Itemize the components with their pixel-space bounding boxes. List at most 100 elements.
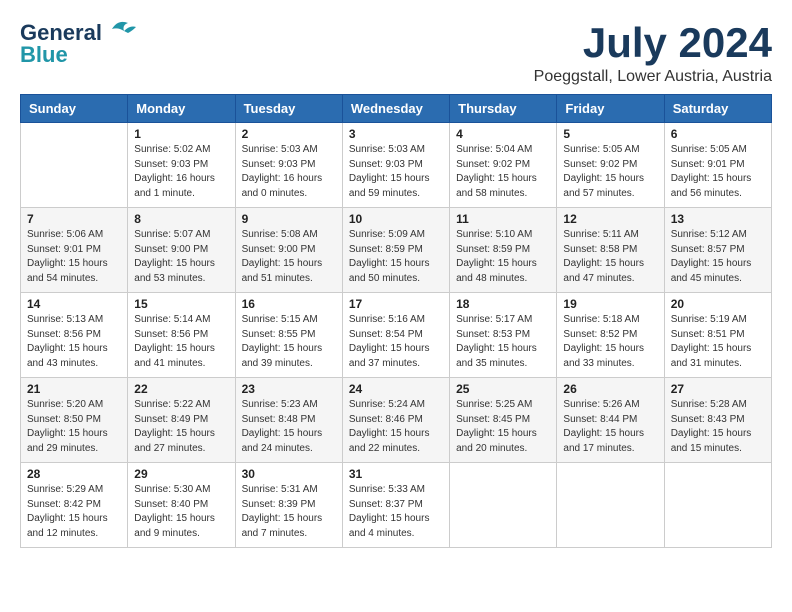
cell-content: Sunrise: 5:08 AM Sunset: 9:00 PM Dayligh…	[242, 228, 336, 286]
page: General Blue July 2024 Poeggstall, Lower…	[0, 0, 792, 568]
calendar-cell: 1 Sunrise: 5:02 AM Sunset: 9:03 PM Daylig…	[128, 123, 235, 208]
calendar-cell: 10 Sunrise: 5:09 AM Sunset: 8:59 PM Dayli…	[342, 208, 449, 293]
calendar-cell: 30Sunrise: 5:31 AM Sunset: 8:39 PM Dayli…	[235, 463, 342, 548]
calendar-cell: 21 Sunrise: 5:20 AM Sunset: 8:50 PM Dayli…	[21, 378, 128, 463]
day-number: 26	[563, 382, 657, 396]
cell-content: Sunrise: 5:13 AM Sunset: 8:56 PM Dayligh…	[27, 313, 121, 371]
day-number: 8	[134, 212, 228, 226]
calendar-cell: 24 Sunrise: 5:24 AM Sunset: 8:46 PM Dayli…	[342, 378, 449, 463]
weekday-header-tuesday: Tuesday	[235, 95, 342, 123]
day-number: 3	[349, 127, 443, 141]
cell-content: Sunrise: 5:04 AM Sunset: 9:02 PM Dayligh…	[456, 143, 550, 201]
calendar-cell: 20 Sunrise: 5:19 AM Sunset: 8:51 PM Dayli…	[664, 293, 771, 378]
cell-content: Sunrise: 5:16 AM Sunset: 8:54 PM Dayligh…	[349, 313, 443, 371]
day-number: 14	[27, 297, 121, 311]
title-block: July 2024 Poeggstall, Lower Austria, Aus…	[534, 20, 772, 86]
calendar-cell: 29 Sunrise: 5:30 AM Sunset: 8:40 PM Dayli…	[128, 463, 235, 548]
cell-content: Sunrise: 5:33 AM Sunset: 8:37 PM Dayligh…	[349, 483, 443, 541]
day-number: 24	[349, 382, 443, 396]
calendar-table: SundayMondayTuesdayWednesdayThursdayFrid…	[20, 94, 772, 548]
week-row-1: 1 Sunrise: 5:02 AM Sunset: 9:03 PM Daylig…	[21, 123, 772, 208]
calendar-cell: 19 Sunrise: 5:18 AM Sunset: 8:52 PM Dayli…	[557, 293, 664, 378]
month-title: July 2024	[534, 20, 772, 66]
calendar-cell: 18Sunrise: 5:17 AM Sunset: 8:53 PM Dayli…	[450, 293, 557, 378]
cell-content: Sunrise: 5:30 AM Sunset: 8:40 PM Dayligh…	[134, 483, 228, 541]
calendar-cell: 17 Sunrise: 5:16 AM Sunset: 8:54 PM Dayli…	[342, 293, 449, 378]
cell-content: Sunrise: 5:07 AM Sunset: 9:00 PM Dayligh…	[134, 228, 228, 286]
day-number: 29	[134, 467, 228, 481]
calendar-cell: 31 Sunrise: 5:33 AM Sunset: 8:37 PM Dayli…	[342, 463, 449, 548]
cell-content: Sunrise: 5:26 AM Sunset: 8:44 PM Dayligh…	[563, 398, 657, 456]
calendar-cell: 15Sunrise: 5:14 AM Sunset: 8:56 PM Dayli…	[128, 293, 235, 378]
cell-content: Sunrise: 5:17 AM Sunset: 8:53 PM Dayligh…	[456, 313, 550, 371]
logo: General Blue	[20, 20, 136, 68]
cell-content: Sunrise: 5:15 AM Sunset: 8:55 PM Dayligh…	[242, 313, 336, 371]
calendar-cell: 11Sunrise: 5:10 AM Sunset: 8:59 PM Dayli…	[450, 208, 557, 293]
calendar-cell: 2 Sunrise: 5:03 AM Sunset: 9:03 PM Daylig…	[235, 123, 342, 208]
day-number: 2	[242, 127, 336, 141]
day-number: 5	[563, 127, 657, 141]
cell-content: Sunrise: 5:02 AM Sunset: 9:03 PM Dayligh…	[134, 143, 228, 201]
day-number: 13	[671, 212, 765, 226]
day-number: 19	[563, 297, 657, 311]
cell-content: Sunrise: 5:05 AM Sunset: 9:02 PM Dayligh…	[563, 143, 657, 201]
calendar-cell: 23 Sunrise: 5:23 AM Sunset: 8:48 PM Dayli…	[235, 378, 342, 463]
calendar-cell: 16Sunrise: 5:15 AM Sunset: 8:55 PM Dayli…	[235, 293, 342, 378]
week-row-2: 7 Sunrise: 5:06 AM Sunset: 9:01 PM Daylig…	[21, 208, 772, 293]
cell-content: Sunrise: 5:25 AM Sunset: 8:45 PM Dayligh…	[456, 398, 550, 456]
weekday-header-saturday: Saturday	[664, 95, 771, 123]
day-number: 1	[134, 127, 228, 141]
day-number: 25	[456, 382, 550, 396]
cell-content: Sunrise: 5:12 AM Sunset: 8:57 PM Dayligh…	[671, 228, 765, 286]
day-number: 23	[242, 382, 336, 396]
day-number: 4	[456, 127, 550, 141]
day-number: 21	[27, 382, 121, 396]
day-number: 31	[349, 467, 443, 481]
day-number: 22	[134, 382, 228, 396]
header: General Blue July 2024 Poeggstall, Lower…	[20, 20, 772, 86]
cell-content: Sunrise: 5:14 AM Sunset: 8:56 PM Dayligh…	[134, 313, 228, 371]
calendar-cell: 26 Sunrise: 5:26 AM Sunset: 8:44 PM Dayli…	[557, 378, 664, 463]
calendar-cell: 4 Sunrise: 5:04 AM Sunset: 9:02 PM Daylig…	[450, 123, 557, 208]
cell-content: Sunrise: 5:09 AM Sunset: 8:59 PM Dayligh…	[349, 228, 443, 286]
day-number: 9	[242, 212, 336, 226]
calendar-cell	[557, 463, 664, 548]
logo-text-blue: Blue	[20, 42, 68, 68]
cell-content: Sunrise: 5:22 AM Sunset: 8:49 PM Dayligh…	[134, 398, 228, 456]
cell-content: Sunrise: 5:28 AM Sunset: 8:43 PM Dayligh…	[671, 398, 765, 456]
cell-content: Sunrise: 5:23 AM Sunset: 8:48 PM Dayligh…	[242, 398, 336, 456]
day-number: 30	[242, 467, 336, 481]
cell-content: Sunrise: 5:20 AM Sunset: 8:50 PM Dayligh…	[27, 398, 121, 456]
day-number: 10	[349, 212, 443, 226]
cell-content: Sunrise: 5:05 AM Sunset: 9:01 PM Dayligh…	[671, 143, 765, 201]
week-row-5: 28Sunrise: 5:29 AM Sunset: 8:42 PM Dayli…	[21, 463, 772, 548]
weekday-header-monday: Monday	[128, 95, 235, 123]
day-number: 28	[27, 467, 121, 481]
cell-content: Sunrise: 5:03 AM Sunset: 9:03 PM Dayligh…	[242, 143, 336, 201]
day-number: 20	[671, 297, 765, 311]
calendar-cell: 3 Sunrise: 5:03 AM Sunset: 9:03 PM Daylig…	[342, 123, 449, 208]
cell-content: Sunrise: 5:06 AM Sunset: 9:01 PM Dayligh…	[27, 228, 121, 286]
calendar-cell: 22 Sunrise: 5:22 AM Sunset: 8:49 PM Dayli…	[128, 378, 235, 463]
week-row-4: 21 Sunrise: 5:20 AM Sunset: 8:50 PM Dayli…	[21, 378, 772, 463]
calendar-cell: 8 Sunrise: 5:07 AM Sunset: 9:00 PM Daylig…	[128, 208, 235, 293]
cell-content: Sunrise: 5:19 AM Sunset: 8:51 PM Dayligh…	[671, 313, 765, 371]
day-number: 12	[563, 212, 657, 226]
cell-content: Sunrise: 5:03 AM Sunset: 9:03 PM Dayligh…	[349, 143, 443, 201]
calendar-cell: 13 Sunrise: 5:12 AM Sunset: 8:57 PM Dayli…	[664, 208, 771, 293]
cell-content: Sunrise: 5:11 AM Sunset: 8:58 PM Dayligh…	[563, 228, 657, 286]
calendar-cell: 6 Sunrise: 5:05 AM Sunset: 9:01 PM Daylig…	[664, 123, 771, 208]
calendar-cell	[450, 463, 557, 548]
week-row-3: 14 Sunrise: 5:13 AM Sunset: 8:56 PM Dayli…	[21, 293, 772, 378]
calendar-cell: 7 Sunrise: 5:06 AM Sunset: 9:01 PM Daylig…	[21, 208, 128, 293]
cell-content: Sunrise: 5:18 AM Sunset: 8:52 PM Dayligh…	[563, 313, 657, 371]
day-number: 17	[349, 297, 443, 311]
cell-content: Sunrise: 5:24 AM Sunset: 8:46 PM Dayligh…	[349, 398, 443, 456]
day-number: 11	[456, 212, 550, 226]
weekday-header-wednesday: Wednesday	[342, 95, 449, 123]
location-title: Poeggstall, Lower Austria, Austria	[534, 68, 772, 86]
day-number: 7	[27, 212, 121, 226]
calendar-cell: 25 Sunrise: 5:25 AM Sunset: 8:45 PM Dayli…	[450, 378, 557, 463]
day-number: 6	[671, 127, 765, 141]
weekday-header-sunday: Sunday	[21, 95, 128, 123]
